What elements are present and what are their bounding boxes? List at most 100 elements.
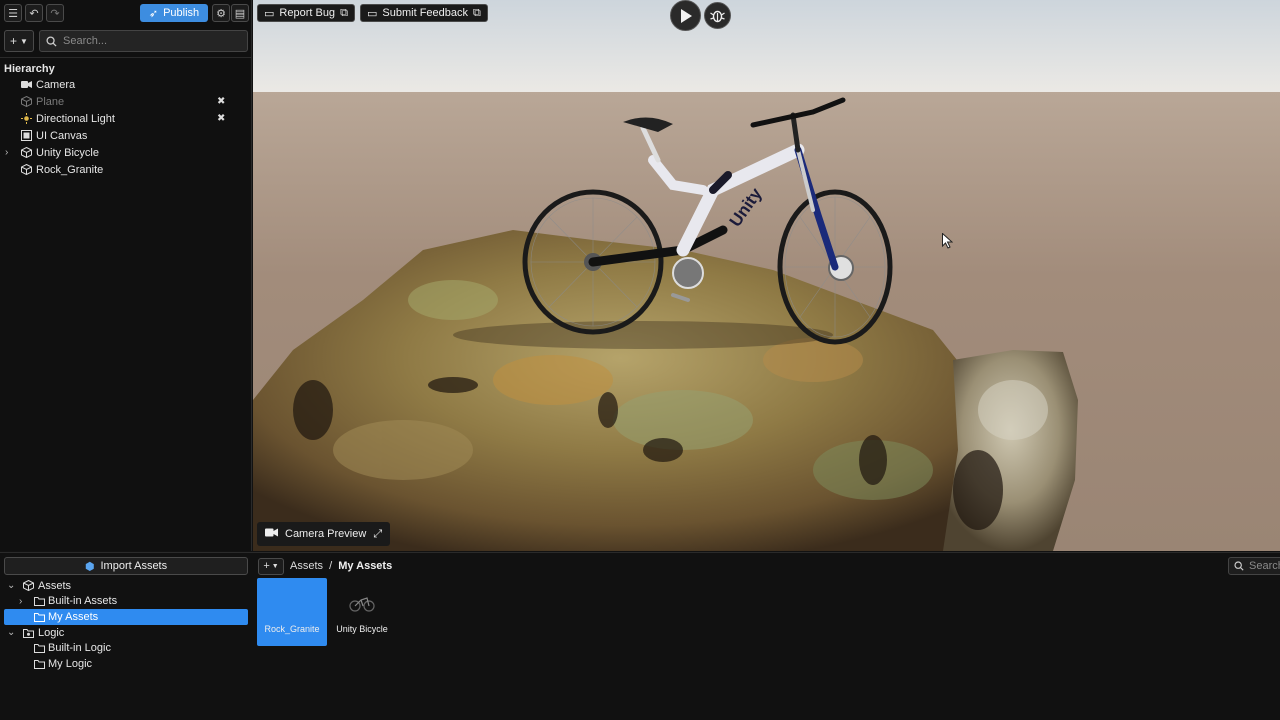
camera-icon — [21, 79, 32, 90]
video-camera-icon — [265, 528, 278, 540]
play-button[interactable] — [670, 0, 701, 31]
add-object-button[interactable]: + ▼ — [4, 30, 34, 52]
asset-search-placeholder: Search — [1249, 560, 1280, 572]
asset-tile-unity-bicycle[interactable]: Unity Bicycle — [327, 578, 397, 646]
hierarchy-search-row: + ▼ — [0, 30, 252, 52]
mouse-cursor-icon — [942, 233, 953, 249]
undo-icon: ↶ — [29, 7, 39, 20]
plus-icon: + — [263, 560, 270, 572]
tree-item-my-logic[interactable]: My Logic — [0, 656, 252, 672]
gear-icon: ⚙ — [216, 7, 226, 20]
chat-icon: ▭ — [264, 7, 275, 20]
folder-icon — [34, 658, 45, 669]
play-icon — [680, 8, 692, 23]
camera-preview-label: Camera Preview — [285, 528, 367, 540]
project-panel: ⬢ Import Assets ⌄ Assets › Built-in Asse… — [0, 552, 1280, 720]
import-cube-icon: ⬢ — [84, 560, 95, 573]
save-icon: ▤ — [234, 7, 246, 20]
asset-tile-label: Unity Bicycle — [336, 624, 388, 634]
tree-item-my-assets[interactable]: My Assets — [4, 609, 248, 625]
tree-item-label: Assets — [38, 579, 72, 592]
cube-icon — [23, 580, 34, 592]
cube-icon — [21, 164, 32, 175]
tree-item-built-in-logic[interactable]: Built-in Logic — [0, 640, 252, 656]
submit-feedback-button[interactable]: ▭ Submit Feedback ⧉ — [360, 4, 488, 22]
folder-icon — [34, 611, 45, 622]
tree-item-label: My Logic — [48, 657, 93, 670]
bicycle-thumbnail-icon — [349, 597, 375, 612]
hidden-eye-icon[interactable]: ✖ — [217, 96, 225, 107]
add-asset-button[interactable]: + ▼ — [258, 557, 284, 575]
bug-icon — [710, 10, 725, 23]
tree-item-assets[interactable]: ⌄ Assets — [0, 578, 252, 594]
redo-icon: ↷ — [50, 7, 60, 20]
hierarchy-item-camera[interactable]: Camera — [0, 76, 252, 93]
hierarchy-item-label: Rock_Granite — [36, 163, 104, 176]
scene-render: Unity — [253, 97, 1078, 551]
menu-button[interactable]: ☰ — [4, 4, 22, 22]
tree-item-logic[interactable]: ⌄ Logic — [0, 625, 252, 641]
breadcrumb-separator: / — [329, 560, 333, 572]
redo-button[interactable]: ↷ — [46, 4, 64, 22]
submit-feedback-label: Submit Feedback — [382, 7, 469, 19]
breadcrumb-root[interactable]: Assets — [290, 560, 323, 572]
hierarchy-item-label: UI Canvas — [36, 129, 88, 142]
chevron-right-icon[interactable]: › — [5, 147, 8, 158]
assets-header: + ▼ Assets / My Assets — [258, 557, 392, 575]
divider — [0, 57, 252, 58]
folder-icon — [34, 596, 45, 607]
hidden-eye-icon[interactable]: ✖ — [217, 113, 225, 124]
hierarchy-search-input[interactable] — [63, 35, 233, 47]
import-assets-label: Import Assets — [100, 560, 168, 572]
breadcrumb-current: My Assets — [338, 560, 393, 572]
editor-app: ☰ ↶ ↷ ➶ Publish ⚙ ▤ + ▼ Search... Hierar… — [0, 0, 1280, 720]
hierarchy-item-unity-bicycle[interactable]: › Unity Bicycle — [0, 144, 252, 161]
hierarchy-panel: ☰ ↶ ↷ ➶ Publish ⚙ ▤ + ▼ Search... Hierar… — [0, 0, 252, 551]
hierarchy-item-label: Camera — [36, 78, 76, 91]
asset-search[interactable]: Search — [1228, 557, 1280, 575]
folder-icon — [34, 643, 45, 654]
hierarchy-item-rock-granite[interactable]: Rock_Granite — [0, 161, 252, 178]
hierarchy-title: Hierarchy — [4, 63, 55, 75]
report-bug-label: Report Bug — [279, 7, 336, 19]
chevron-down-icon: ▼ — [271, 562, 279, 570]
menu-icon: ☰ — [8, 7, 18, 20]
settings-button[interactable]: ⚙ — [212, 4, 230, 22]
chevron-right-icon[interactable]: › — [19, 596, 22, 607]
hierarchy-search[interactable] — [39, 30, 248, 52]
undo-button[interactable]: ↶ — [25, 4, 43, 22]
expand-icon[interactable]: ⤢ — [373, 528, 382, 541]
asset-tile-rock-granite[interactable]: Rock_Granite — [257, 578, 327, 646]
chevron-down-icon[interactable]: ⌄ — [7, 580, 15, 591]
top-toolbar: ☰ ↶ ↷ ➶ Publish ⚙ ▤ — [0, 0, 252, 26]
camera-preview-bar[interactable]: Camera Preview ⤢ — [257, 522, 391, 546]
import-assets-button[interactable]: ⬢ Import Assets — [4, 557, 248, 575]
asset-tile-label: Rock_Granite — [264, 624, 320, 634]
canvas-icon — [21, 130, 32, 141]
report-bug-button[interactable]: ▭ Report Bug ⧉ — [257, 4, 355, 22]
chevron-down-icon[interactable]: ⌄ — [7, 627, 15, 638]
tree-item-label: Logic — [38, 626, 65, 639]
hierarchy-list: Camera Plane ✖ Directional Light ✖ UI Ca… — [0, 76, 252, 178]
hierarchy-item-directional-light[interactable]: Directional Light ✖ — [0, 110, 252, 127]
rocket-icon: ➶ — [148, 7, 159, 20]
debug-button[interactable] — [704, 2, 731, 29]
tree-item-label: Built-in Logic — [48, 642, 111, 655]
hierarchy-item-label: Plane — [36, 95, 65, 108]
publish-button[interactable]: ➶ Publish — [140, 4, 208, 22]
tree-item-label: Built-in Assets — [48, 595, 118, 608]
save-button[interactable]: ▤ — [231, 4, 249, 22]
hierarchy-item-ui-canvas[interactable]: UI Canvas — [0, 127, 252, 144]
hierarchy-item-plane[interactable]: Plane ✖ — [0, 93, 252, 110]
light-icon — [21, 113, 32, 124]
tree-item-label: My Assets — [48, 610, 99, 623]
chevron-down-icon: ▼ — [20, 36, 28, 46]
chat-icon: ▭ — [367, 7, 378, 20]
cube-icon — [21, 96, 32, 107]
logic-icon — [23, 627, 34, 638]
project-tree: ⌄ Assets › Built-in Assets My Assets ⌄ L… — [0, 578, 252, 672]
scene-viewport[interactable]: Unity ▭ Report Bug ⧉ ▭ Submit Feedback ⧉… — [253, 0, 1280, 551]
publish-label: Publish — [163, 7, 200, 19]
tree-item-built-in-assets[interactable]: › Built-in Assets — [0, 594, 252, 610]
breadcrumb: Assets / My Assets — [290, 560, 392, 572]
